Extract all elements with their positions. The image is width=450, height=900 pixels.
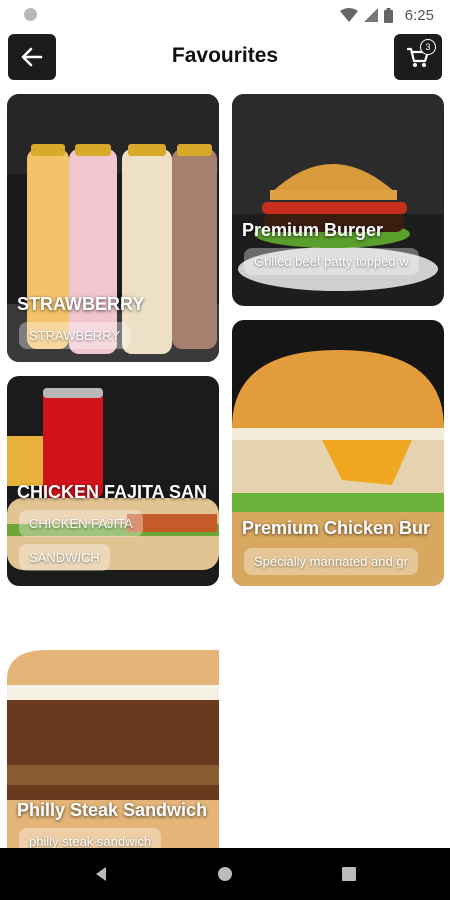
status-bar: 6:25 (0, 0, 450, 30)
chicken-burger-image (232, 320, 444, 586)
favourite-card-philly-steak-sandwich[interactable]: Philly Steak Sandwich philly steak sandw… (7, 640, 219, 848)
nav-recents-icon[interactable] (341, 867, 356, 881)
favourite-card-strawberry[interactable]: STRAWBERRY STRAWBERRY (7, 94, 219, 362)
favourite-card-premium-burger[interactable]: Premium Burger Grilled beef patty topped… (232, 94, 444, 306)
page-title: Favourites (171, 44, 279, 67)
card-title: Premium Chicken Bur (242, 518, 431, 538)
card-tag: STRAWBERRY (19, 322, 131, 349)
card-tag: CHICKEN FAJITA (19, 510, 143, 537)
wifi-icon (339, 8, 358, 22)
card-tag: SANDWICH (19, 544, 110, 571)
battery-icon (383, 7, 393, 23)
cart-count-badge: 3 (420, 39, 436, 55)
nav-home-icon[interactable] (217, 866, 233, 882)
notification-dot-icon (24, 8, 37, 21)
card-tag: Grilled beef patty topped w (244, 248, 419, 275)
cart-button[interactable]: 3 (394, 34, 442, 80)
cell-signal-icon (363, 8, 378, 22)
status-icons: 6:25 (339, 6, 434, 24)
app-header: Favourites 3 (0, 30, 450, 86)
card-tag: Specially marinated and gr (244, 548, 418, 575)
favourite-card-chicken-fajita-sandwich[interactable]: CHICKEN FAJITA SAN CHICKEN FAJITA SANDWI… (7, 376, 219, 586)
card-title: CHICKEN FAJITA SAN (17, 482, 208, 502)
card-title: STRAWBERRY (17, 294, 145, 314)
system-navigation-bar (0, 848, 450, 900)
favourite-card-premium-chicken-burger[interactable]: Premium Chicken Bur Specially marinated … (232, 320, 444, 586)
card-title: Philly Steak Sandwich (17, 800, 208, 820)
status-time: 6:25 (404, 6, 434, 24)
card-title: Premium Burger (242, 220, 384, 240)
nav-back-icon[interactable] (94, 866, 108, 882)
card-tag: philly steak sandwich (19, 828, 162, 848)
